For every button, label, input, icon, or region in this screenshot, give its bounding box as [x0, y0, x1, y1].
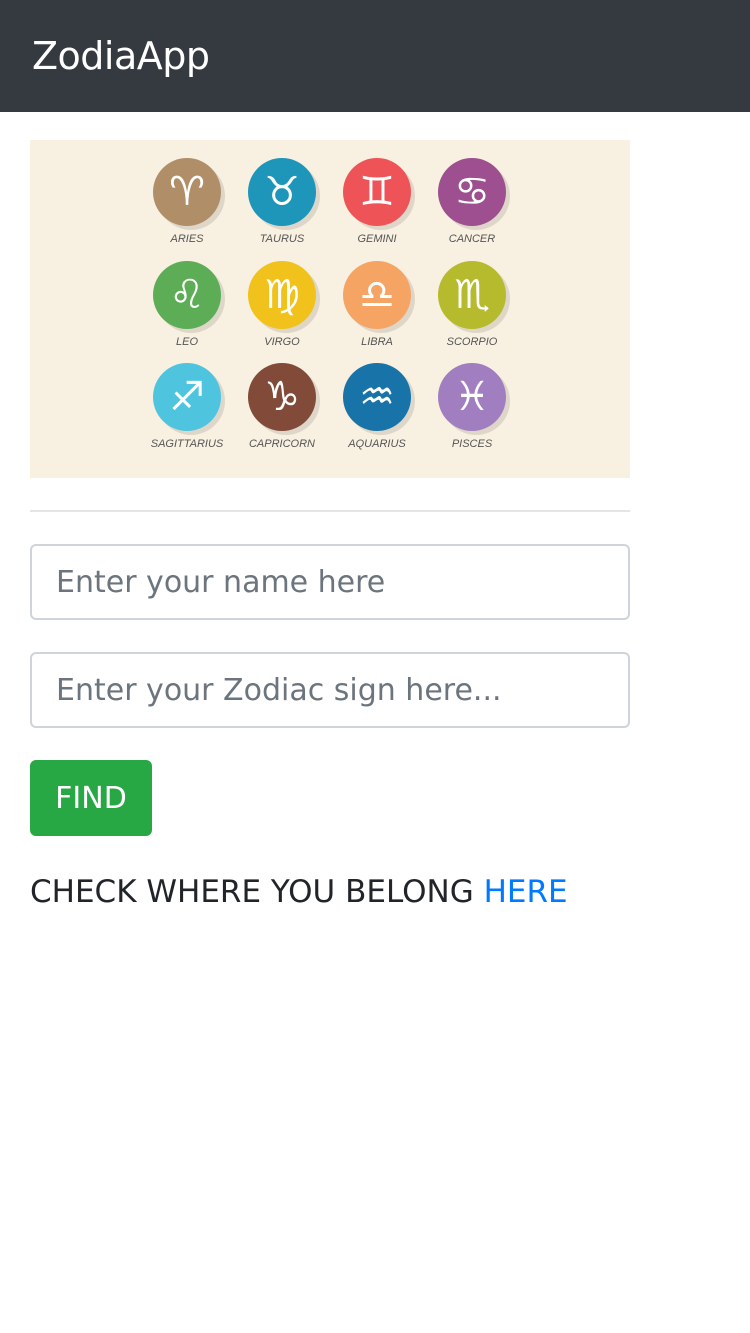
check-belong-text: CHECK WHERE YOU BELONG HERE	[30, 874, 720, 910]
zodiac-sign-label: VIRGO	[264, 336, 300, 348]
pisces-icon: ♓	[438, 363, 506, 431]
app-brand[interactable]: ZodiaApp	[32, 34, 210, 78]
capricorn-icon: ♑	[248, 363, 316, 431]
zodiac-sign-label: SCORPIO	[446, 336, 498, 348]
zodiac-sign-label: ARIES	[170, 233, 204, 245]
main-content: ♈ ARIES ♉ TAURUS ♊ GEMINI ♋ CANCER ♌ LEO ♍ VIRGO ♎ LI…	[0, 112, 750, 910]
zodiac-sign-leo: ♌ LEO	[132, 261, 242, 348]
zodiac-sign-label: PISCES	[451, 438, 493, 450]
scorpio-icon: ♏	[438, 261, 506, 329]
zodiac-sign-label: LEO	[175, 336, 198, 348]
leo-icon: ♌	[153, 261, 221, 329]
zodiac-sign-cancer: ♋ CANCER	[417, 158, 527, 245]
zodiac-signs-image: ♈ ARIES ♉ TAURUS ♊ GEMINI ♋ CANCER ♌ LEO ♍ VIRGO ♎ LI…	[30, 140, 630, 478]
zodiac-sign-label: CANCER	[448, 233, 496, 245]
zodiac-sign-capricorn: ♑ CAPRICORN	[227, 363, 337, 450]
top-navbar: ZodiaApp	[0, 0, 750, 112]
zodiac-sign-pisces: ♓ PISCES	[417, 363, 527, 450]
aquarius-icon: ♒	[343, 363, 411, 431]
zodiac-sign-libra: ♎ LIBRA	[322, 261, 432, 348]
zodiac-sign-label: CAPRICORN	[248, 438, 315, 450]
here-link[interactable]: HERE	[484, 874, 568, 910]
zodiac-sign-label: TAURUS	[259, 233, 305, 245]
cancer-icon: ♋	[438, 158, 506, 226]
zodiac-sign-gemini: ♊ GEMINI	[322, 158, 432, 245]
find-button[interactable]: FIND	[30, 760, 152, 836]
taurus-icon: ♉	[248, 158, 316, 226]
zodiac-sign-label: SAGITTARIUS	[150, 438, 224, 450]
name-input[interactable]	[30, 544, 630, 620]
zodiac-sign-label: AQUARIUS	[348, 438, 406, 450]
aries-icon: ♈	[153, 158, 221, 226]
zodiac-sign-taurus: ♉ TAURUS	[227, 158, 337, 245]
zodiac-sign-label: LIBRA	[361, 336, 393, 348]
zodiac-sign-label: GEMINI	[357, 233, 397, 245]
zodiac-sign-virgo: ♍ VIRGO	[227, 261, 337, 348]
zodiac-sign-aries: ♈ ARIES	[132, 158, 242, 245]
check-belong-label: CHECK WHERE YOU BELONG	[30, 874, 484, 910]
virgo-icon: ♍	[248, 261, 316, 329]
libra-icon: ♎	[343, 261, 411, 329]
sagittarius-icon: ♐	[153, 363, 221, 431]
zodiac-sign-scorpio: ♏ SCORPIO	[417, 261, 527, 348]
zodiac-sign-input[interactable]	[30, 652, 630, 728]
gemini-icon: ♊	[343, 158, 411, 226]
zodiac-sign-sagittarius: ♐ SAGITTARIUS	[132, 363, 242, 450]
zodiac-sign-aquarius: ♒ AQUARIUS	[322, 363, 432, 450]
divider	[30, 510, 630, 512]
